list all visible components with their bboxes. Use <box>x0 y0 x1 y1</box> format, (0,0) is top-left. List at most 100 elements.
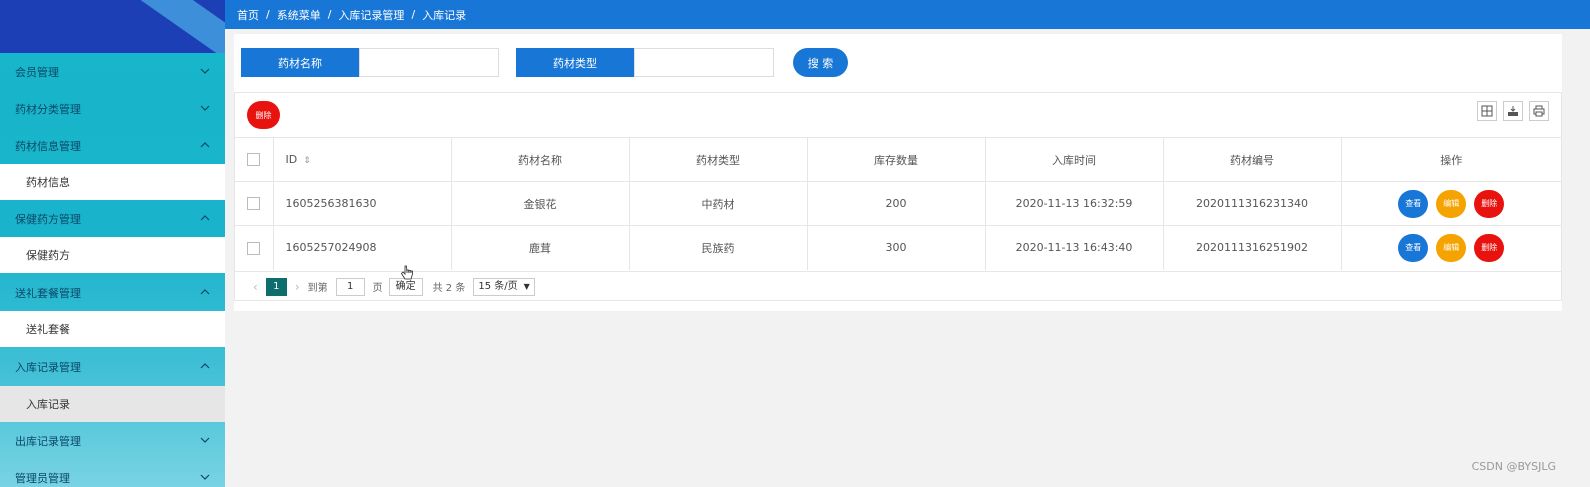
sidebar-subitem-label: 药材信息 <box>26 176 70 189</box>
delete-button[interactable]: 删除 <box>1474 189 1505 218</box>
cell-herb-code: 2020111316251902 <box>1163 225 1342 270</box>
table-row: 1605256381630 金银花 中药材 200 2020-11-13 16:… <box>235 181 1561 226</box>
sidebar-item-label: 会员管理 <box>15 65 59 79</box>
sidebar-item-gift-package[interactable]: 送礼套餐管理 <box>0 274 225 311</box>
next-page-icon[interactable]: › <box>295 280 300 294</box>
row-checkbox[interactable] <box>247 197 261 211</box>
current-page-button[interactable]: 1 <box>265 277 287 296</box>
chevron-down-icon <box>200 474 210 480</box>
cell-herb-name: 鹿茸 <box>451 225 630 270</box>
chevron-up-icon <box>200 215 210 221</box>
sidebar-item-label: 药材分类管理 <box>15 102 81 116</box>
sidebar-subitem-stock-in[interactable]: 入库记录 <box>0 386 225 422</box>
sidebar-item-label: 入库记录管理 <box>15 360 81 374</box>
header-id[interactable]: ID ⇕ <box>273 137 452 182</box>
header-stock-in-time: 入库时间 <box>985 137 1164 182</box>
sidebar-item-herb-info[interactable]: 药材信息管理 <box>0 127 225 164</box>
breadcrumb-stock-in-management[interactable]: 入库记录管理 <box>338 7 404 23</box>
main-content: 药材名称 药材类型 搜 索 删除 ID ⇕ 药材名称 药材类型 库存数量 入库时… <box>234 34 1562 311</box>
chevron-up-icon <box>200 142 210 148</box>
breadcrumb-home[interactable]: 首页 <box>237 7 259 23</box>
breadcrumb-current-page: 入库记录 <box>422 8 467 22</box>
table-header-row: ID ⇕ 药材名称 药材类型 库存数量 入库时间 药材编号 操作 <box>235 137 1561 182</box>
table-tools <box>1477 101 1549 121</box>
hand-cursor-icon <box>400 265 413 280</box>
cell-actions: 查看 编辑 删除 <box>1341 225 1561 270</box>
sidebar-item-stock-out[interactable]: 出库记录管理 <box>0 422 225 459</box>
cell-herb-code: 2020111316231340 <box>1163 181 1342 226</box>
header-actions: 操作 <box>1341 137 1561 182</box>
edit-button[interactable]: 编辑 <box>1436 189 1467 218</box>
export-icon[interactable] <box>1503 101 1523 121</box>
view-button[interactable]: 查看 <box>1398 233 1429 262</box>
sidebar-subitem-herb-info[interactable]: 药材信息 <box>0 164 225 200</box>
page-size-select[interactable]: 15 条/页 ▼ <box>473 277 535 296</box>
sidebar-item-label: 送礼套餐管理 <box>15 286 81 300</box>
chevron-down-icon <box>200 437 210 443</box>
sidebar-item-prescription[interactable]: 保健药方管理 <box>0 200 225 237</box>
sidebar-item-label: 出库记录管理 <box>15 434 81 448</box>
sidebar-item-stock-in[interactable]: 入库记录管理 <box>0 348 225 385</box>
chevron-up-icon <box>200 363 210 369</box>
columns-icon[interactable] <box>1477 101 1497 121</box>
print-icon[interactable] <box>1529 101 1549 121</box>
total-count: 共 2 条 <box>432 283 466 294</box>
goto-page-input[interactable]: 1 <box>335 277 365 296</box>
herb-type-input[interactable] <box>634 48 774 77</box>
chevron-up-icon <box>200 289 210 295</box>
sidebar-item-label: 保健药方管理 <box>15 212 81 226</box>
sidebar-subitem-label: 入库记录 <box>26 398 70 411</box>
prev-page-icon[interactable]: ‹ <box>253 280 258 294</box>
cell-actions: 查看 编辑 删除 <box>1341 181 1561 226</box>
herb-name-input[interactable] <box>359 48 499 77</box>
sidebar-item-members[interactable]: 会员管理 <box>0 53 225 90</box>
delete-button[interactable]: 删除 <box>1474 233 1505 262</box>
batch-delete-button[interactable]: 删除 <box>247 101 280 129</box>
cell-id: 1605256381630 <box>273 181 452 226</box>
sidebar-item-label: 药材信息管理 <box>15 139 81 153</box>
cell-stock-in-time: 2020-11-13 16:32:59 <box>985 181 1164 226</box>
cell-herb-type: 中药材 <box>629 181 808 226</box>
cell-herb-type: 民族药 <box>629 225 808 270</box>
cell-stock-in-time: 2020-11-13 16:43:40 <box>985 225 1164 270</box>
chevron-down-icon: ▼ <box>523 281 530 291</box>
sidebar: 会员管理 药材分类管理 药材信息管理 药材信息 保健药方管理 保健药方 送礼套餐… <box>0 0 225 487</box>
page-unit-label: 页 <box>372 283 383 294</box>
row-checkbox[interactable] <box>247 241 261 255</box>
header-herb-name: 药材名称 <box>451 137 630 182</box>
goto-label: 到第 <box>307 283 328 294</box>
herb-name-label: 药材名称 <box>241 48 359 77</box>
pagination: ‹ 1 › 到第 1 页 确定 共 2 条 15 条/页 ▼ <box>235 271 1561 301</box>
search-bar: 药材名称 药材类型 搜 索 <box>234 34 1562 91</box>
sidebar-header <box>0 0 225 53</box>
sidebar-subitem-label: 送礼套餐 <box>26 323 70 336</box>
sidebar-item-label: 管理员管理 <box>15 471 70 485</box>
sidebar-subitem-gift-package[interactable]: 送礼套餐 <box>0 311 225 347</box>
chevron-down-icon <box>200 68 210 74</box>
herb-type-label: 药材类型 <box>516 48 634 77</box>
table-panel: 删除 ID ⇕ 药材名称 药材类型 库存数量 入库时间 药材编号 操作 1605… <box>234 92 1562 301</box>
edit-button[interactable]: 编辑 <box>1436 233 1467 262</box>
sidebar-item-admins[interactable]: 管理员管理 <box>0 459 225 487</box>
view-button[interactable]: 查看 <box>1398 189 1429 218</box>
table-row: 1605257024908 鹿茸 民族药 300 2020-11-13 16:4… <box>235 225 1561 270</box>
header-herb-type: 药材类型 <box>629 137 808 182</box>
select-all-cell <box>235 137 274 182</box>
watermark: CSDN @BYSJLG <box>1471 460 1556 473</box>
cell-stock-qty: 300 <box>807 225 986 270</box>
stock-in-table: ID ⇕ 药材名称 药材类型 库存数量 入库时间 药材编号 操作 16052563… <box>235 137 1561 270</box>
sidebar-subitem-prescription[interactable]: 保健药方 <box>0 237 225 273</box>
cell-herb-name: 金银花 <box>451 181 630 226</box>
sort-icon[interactable]: ⇕ <box>303 156 311 166</box>
sidebar-subitem-label: 保健药方 <box>26 249 70 262</box>
sidebar-item-herb-category[interactable]: 药材分类管理 <box>0 90 225 127</box>
select-all-checkbox[interactable] <box>247 153 261 167</box>
breadcrumb-system-menu[interactable]: 系统菜单 <box>277 7 321 23</box>
cell-id: 1605257024908 <box>273 225 452 270</box>
header-stock-qty: 库存数量 <box>807 137 986 182</box>
chevron-down-icon <box>200 105 210 111</box>
search-button[interactable]: 搜 索 <box>793 48 848 77</box>
header-herb-code: 药材编号 <box>1163 137 1342 182</box>
cell-stock-qty: 200 <box>807 181 986 226</box>
breadcrumb: 首页 / 系统菜单 / 入库记录管理 / 入库记录 <box>225 0 1590 29</box>
